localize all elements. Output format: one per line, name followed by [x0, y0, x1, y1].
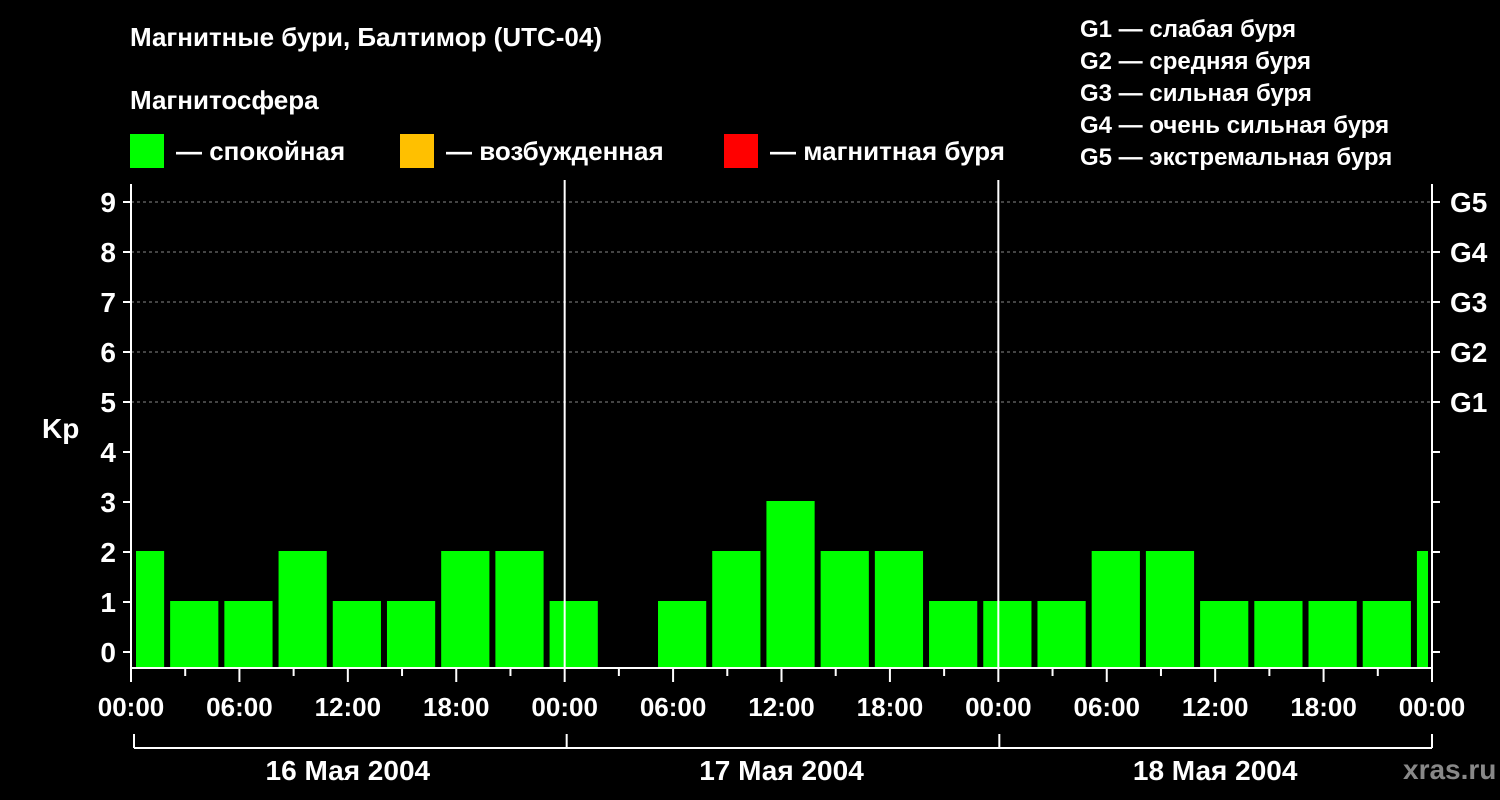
- day-label: 17 Мая 2004: [699, 755, 864, 786]
- kp-bar-chart: 0 1 2 3 4 5 6 7 8 9 G1 G2 G3 G4 G5 00:00 06:00 12:00 18:00…: [98, 180, 1488, 786]
- y-tick-label: 5: [100, 387, 116, 418]
- kp-bar: [820, 551, 869, 668]
- kp-bar: [1416, 551, 1428, 668]
- kp-bar: [766, 501, 815, 668]
- y-tick-label: 8: [100, 237, 116, 268]
- kp-bar: [1254, 601, 1303, 668]
- y-tick-label: 6: [100, 337, 116, 368]
- x-tick-label: 06:00: [1074, 692, 1141, 722]
- kp-bar: [929, 601, 978, 668]
- y-tick-label: 3: [100, 487, 116, 518]
- kp-bar: [874, 551, 924, 668]
- g-tick-label: G1: [1450, 387, 1487, 418]
- y-tick-label: 9: [100, 187, 116, 218]
- kp-bar: [495, 551, 544, 668]
- y-tick-label: 2: [100, 537, 116, 568]
- kp-bar: [332, 601, 381, 668]
- x-tick-label: 18:00: [857, 692, 924, 722]
- kp-bar: [1037, 601, 1086, 668]
- x-tick-label: 12:00: [748, 692, 815, 722]
- kp-bar: [278, 551, 327, 668]
- x-tick-label: 00:00: [98, 692, 165, 722]
- y-tick-label: 0: [100, 637, 116, 668]
- x-tick-label: 18:00: [423, 692, 490, 722]
- watermark: xras.ru: [1403, 754, 1497, 785]
- kp-bar: [1145, 551, 1195, 668]
- kp-bar: [983, 601, 1032, 668]
- x-tick-label: 00:00: [531, 692, 598, 722]
- y-tick-label: 1: [100, 587, 116, 618]
- kp-bar: [224, 601, 273, 668]
- x-tick-label: 12:00: [1182, 692, 1249, 722]
- y-tick-label: 7: [100, 287, 116, 318]
- kp-bar: [712, 551, 761, 668]
- kp-bar: [1362, 601, 1411, 668]
- g-tick-label: G2: [1450, 337, 1487, 368]
- x-tick-label: 18:00: [1290, 692, 1357, 722]
- kp-bar: [1200, 601, 1249, 668]
- y-tick-label: 4: [100, 437, 116, 468]
- g-tick-label: G5: [1450, 187, 1487, 218]
- kp-bar: [1308, 601, 1357, 668]
- x-tick-label: 06:00: [206, 692, 273, 722]
- kp-bar: [170, 601, 219, 668]
- x-tick-label: 00:00: [965, 692, 1032, 722]
- kp-bar: [136, 551, 165, 668]
- day-label: 18 Мая 2004: [1133, 755, 1298, 786]
- x-tick-label: 06:00: [640, 692, 707, 722]
- kp-bar: [658, 601, 707, 668]
- day-label: 16 Мая 2004: [266, 755, 431, 786]
- x-tick-label: 12:00: [315, 692, 382, 722]
- kp-bar: [549, 601, 598, 668]
- g-tick-label: G4: [1450, 237, 1488, 268]
- g-tick-label: G3: [1450, 287, 1487, 318]
- kp-bar: [441, 551, 490, 668]
- x-tick-label: 00:00: [1399, 692, 1466, 722]
- kp-bar: [386, 601, 436, 668]
- kp-bar: [1091, 551, 1140, 668]
